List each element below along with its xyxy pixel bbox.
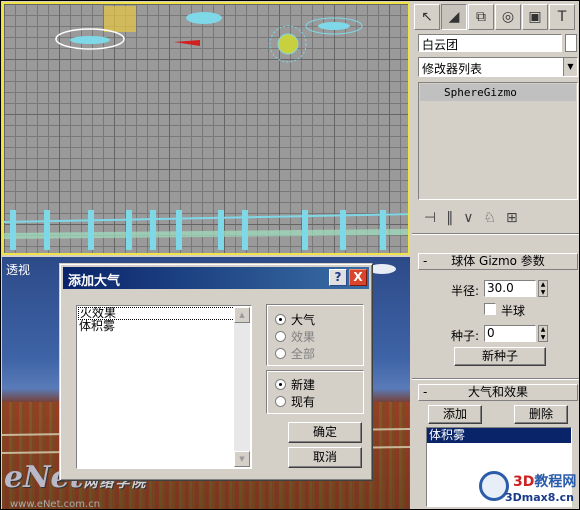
radio-button[interactable] bbox=[275, 378, 286, 390]
light-icon bbox=[277, 33, 299, 55]
make-unique-icon[interactable]: ∨ bbox=[463, 210, 473, 226]
pin-stack-icon[interactable]: ⊣ bbox=[424, 210, 436, 226]
seed-label: 种子: bbox=[451, 329, 480, 343]
new-seed-button[interactable]: 新种子 bbox=[454, 347, 546, 366]
cloud-shape bbox=[186, 12, 222, 24]
radio-button[interactable] bbox=[275, 395, 286, 407]
radius-spinner[interactable]: 30.0 bbox=[484, 280, 536, 297]
configure-sets-icon[interactable]: ⊞ bbox=[506, 210, 518, 226]
fence-rail bbox=[4, 213, 408, 223]
mode-group: 新建 现有 bbox=[266, 370, 364, 414]
stack-item[interactable]: SphereGizmo bbox=[420, 84, 576, 101]
motion-tab-icon[interactable]: ◎ bbox=[495, 4, 521, 30]
spinner-arrows-icon[interactable]: ▲ ▼ bbox=[538, 280, 548, 297]
list-item[interactable]: 体积雾 bbox=[77, 320, 251, 333]
collapse-icon: - bbox=[423, 254, 428, 268]
remove-modifier-icon[interactable]: ♘ bbox=[483, 210, 496, 226]
top-viewport[interactable] bbox=[2, 2, 410, 255]
radio-all: 全部 bbox=[275, 345, 315, 361]
modifier-stack[interactable]: SphereGizmo bbox=[418, 82, 578, 200]
ground-strip bbox=[4, 229, 408, 239]
radio-button[interactable] bbox=[275, 313, 286, 325]
chevron-down-icon[interactable]: ▼ bbox=[563, 58, 577, 76]
command-panel-tabs: ↖ ◢ ⧉ ◎ ▣ T bbox=[414, 4, 578, 30]
viewport-label[interactable]: 透视 bbox=[6, 261, 30, 278]
radio-label: 全部 bbox=[291, 346, 316, 361]
hemisphere-checkbox[interactable] bbox=[484, 303, 496, 315]
radio-button bbox=[275, 330, 286, 342]
modify-tab-icon[interactable]: ◢ bbox=[441, 4, 467, 30]
list-item[interactable]: 体积雾 bbox=[427, 428, 571, 443]
app-window: 透视 eNet网络学院 www.eNet.com.cn ↖ ◢ ⧉ ◎ ▣ T … bbox=[0, 0, 580, 510]
cloud-shape bbox=[318, 22, 350, 30]
radio-effects: 效果 bbox=[275, 328, 315, 344]
seed-spinner[interactable]: 0 bbox=[484, 325, 536, 342]
stack-toolbar: ⊣ ‖ ∨ ♘ ⊞ bbox=[418, 207, 578, 229]
scroll-up-icon[interactable]: ▲ bbox=[234, 307, 250, 323]
rollout-title: 球体 Gizmo 参数 bbox=[451, 254, 545, 268]
cancel-button[interactable]: 取消 bbox=[288, 447, 362, 468]
radio-label: 大气 bbox=[291, 312, 316, 327]
radio-atmosphere[interactable]: 大气 bbox=[275, 311, 315, 327]
atmosphere-list[interactable]: 火效果 体积雾 ▲ ▼ bbox=[76, 305, 252, 469]
dialog-title: 添加大气 bbox=[68, 274, 121, 289]
watermark-url: www.eNet.com.cn bbox=[10, 499, 101, 510]
scroll-down-icon[interactable]: ▼ bbox=[234, 451, 250, 467]
gizmo-params-rollout-header[interactable]: - 球体 Gizmo 参数 bbox=[418, 253, 578, 270]
radio-button bbox=[275, 347, 286, 359]
viewport-scene bbox=[4, 6, 408, 250]
radio-label: 现有 bbox=[291, 394, 316, 409]
site-logo: 3D教程网 bbox=[513, 471, 576, 491]
modifier-list-label: 修改器列表 bbox=[422, 62, 483, 76]
camera-icon bbox=[174, 40, 200, 46]
object-name-field[interactable]: 白云团 bbox=[418, 34, 562, 52]
help-button[interactable]: ? bbox=[329, 269, 347, 286]
utilities-tab-icon[interactable]: T bbox=[549, 4, 575, 30]
display-tab-icon[interactable]: ▣ bbox=[522, 4, 548, 30]
hemisphere-label: 半球 bbox=[501, 304, 526, 318]
dialog-titlebar[interactable]: 添加大气 ? X bbox=[63, 267, 369, 289]
add-atmosphere-dialog: 添加大气 ? X 火效果 体积雾 ▲ ▼ 大气 效果 全部 新建 现有 确定 取… bbox=[59, 263, 373, 481]
scope-group: 大气 效果 全部 bbox=[266, 304, 364, 366]
object-color-swatch[interactable] bbox=[565, 34, 577, 52]
show-end-result-icon[interactable]: ‖ bbox=[446, 210, 453, 226]
yellow-gizmo-box bbox=[104, 6, 136, 32]
site-logo-text-a: 3D bbox=[513, 474, 535, 490]
hierarchy-tab-icon[interactable]: ⧉ bbox=[468, 4, 494, 30]
atmos-effects-rollout-header[interactable]: - 大气和效果 bbox=[418, 384, 578, 401]
cloud-shape bbox=[70, 36, 110, 44]
delete-effect-button[interactable]: 删除 bbox=[514, 405, 568, 424]
modifier-list-dropdown[interactable]: 修改器列表 ▼ bbox=[418, 57, 578, 77]
spinner-arrows-icon[interactable]: ▲ ▼ bbox=[538, 325, 548, 342]
radio-label: 效果 bbox=[291, 329, 316, 344]
radius-label: 半径: bbox=[451, 284, 480, 298]
divider bbox=[412, 378, 579, 380]
radio-existing[interactable]: 现有 bbox=[275, 393, 315, 409]
site-logo-text-b: 教程网 bbox=[534, 474, 577, 490]
collapse-icon: - bbox=[423, 385, 428, 399]
radio-new[interactable]: 新建 bbox=[275, 376, 315, 392]
radio-label: 新建 bbox=[291, 377, 316, 392]
create-tab-icon[interactable]: ↖ bbox=[414, 4, 440, 30]
add-effect-button[interactable]: 添加 bbox=[428, 405, 482, 424]
list-scrollbar[interactable]: ▲ ▼ bbox=[234, 307, 250, 467]
ok-button[interactable]: 确定 bbox=[288, 422, 362, 443]
rollout-title: 大气和效果 bbox=[467, 385, 528, 399]
close-button[interactable]: X bbox=[349, 269, 367, 286]
command-panel: ↖ ◢ ⧉ ◎ ▣ T 白云团 修改器列表 ▼ SphereGizmo ⊣ ‖ … bbox=[412, 2, 579, 509]
divider bbox=[412, 233, 579, 235]
site-logo-url: 3Dmax8.cn bbox=[505, 491, 574, 504]
